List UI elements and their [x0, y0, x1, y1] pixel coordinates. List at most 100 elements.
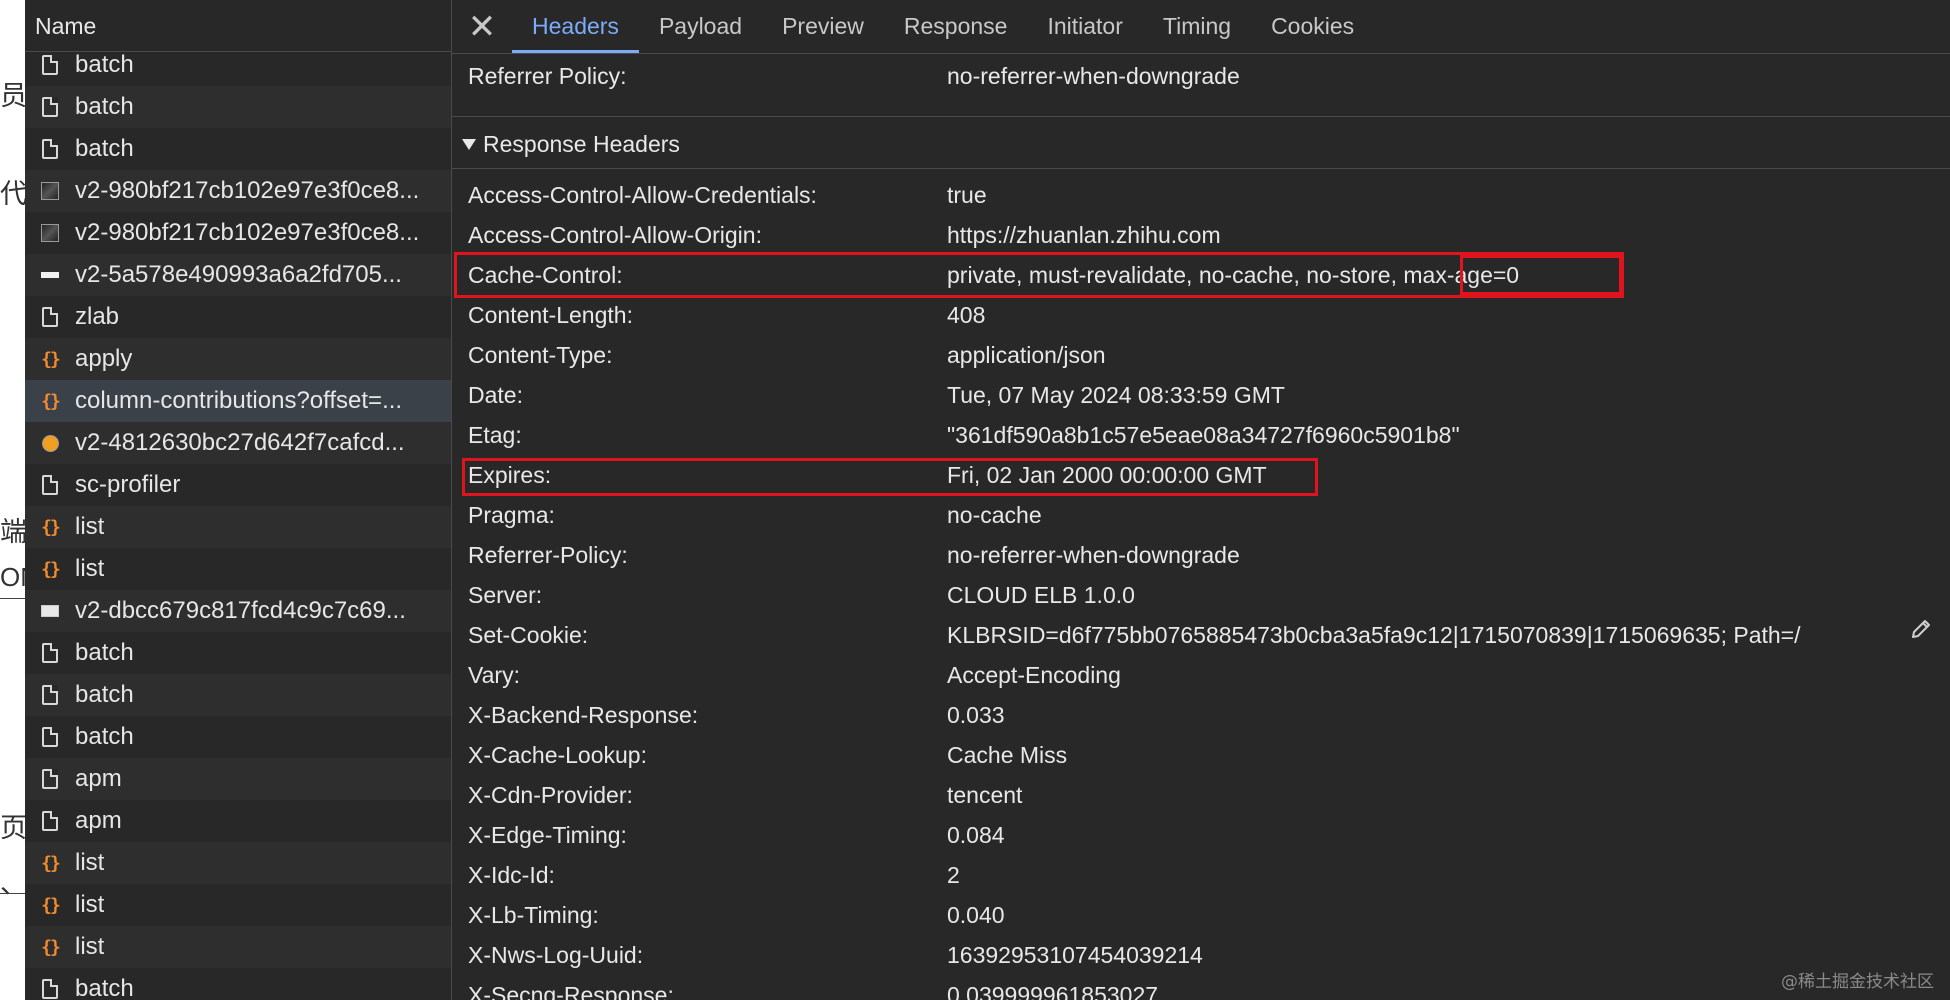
header-value: 16392953107454039214 — [947, 941, 1203, 968]
general-referrer-policy-row: Referrer Policy: no-referrer-when-downgr… — [452, 56, 1950, 96]
document-icon — [39, 53, 61, 77]
request-row[interactable]: {} list — [25, 506, 451, 548]
document-icon — [39, 809, 61, 833]
highlight-box-cache-control — [454, 252, 1624, 298]
request-row[interactable]: {} column-contributions?offset=... — [25, 380, 451, 422]
image-icon — [39, 263, 61, 287]
header-row: Pragma: no-cache — [452, 495, 1950, 535]
request-row[interactable]: v2-4812630bc27d642f7cafcd... — [25, 422, 451, 464]
header-value: 0.084 — [947, 821, 1005, 848]
document-icon — [39, 95, 61, 119]
header-key: Vary: — [468, 661, 520, 688]
request-row[interactable]: {} list — [25, 884, 451, 926]
header-value: no-referrer-when-downgrade — [947, 62, 1240, 89]
request-row[interactable]: v2-980bf217cb102e97e3f0ce8... — [25, 212, 451, 254]
close-icon[interactable]: ✕ — [452, 0, 512, 53]
request-row[interactable]: batch — [25, 968, 451, 1000]
header-value: true — [947, 181, 987, 208]
request-name: sc-profiler — [75, 471, 181, 498]
pencil-icon[interactable] — [1906, 614, 1936, 644]
tab-payload[interactable]: Payload — [639, 0, 762, 53]
document-icon — [39, 137, 61, 161]
tab-cookies[interactable]: Cookies — [1251, 0, 1374, 53]
tab-timing[interactable]: Timing — [1143, 0, 1251, 53]
image-icon — [39, 431, 61, 455]
request-row[interactable]: {} list — [25, 548, 451, 590]
request-row[interactable]: apm — [25, 800, 451, 842]
request-details-panel: ✕ Headers Payload Preview Response Initiator… — [452, 0, 1950, 1000]
request-row[interactable]: zlab — [25, 296, 451, 338]
tab-headers[interactable]: Headers — [512, 0, 639, 53]
name-column-header[interactable]: Name — [25, 0, 451, 52]
json-icon: {} — [41, 936, 61, 958]
header-value: no-referrer-when-downgrade — [947, 541, 1240, 568]
header-row: X-Edge-Timing: 0.084 — [452, 815, 1950, 855]
request-row[interactable]: v2-5a578e490993a6a2fd705... — [25, 254, 451, 296]
header-value: application/json — [947, 341, 1106, 368]
header-key: X-Edge-Timing: — [468, 821, 627, 848]
header-row: Set-Cookie: KLBRSID=d6f775bb0765885473b0c… — [452, 615, 1950, 655]
header-row: Content-Type: application/json — [452, 335, 1950, 375]
header-value: "361df590a8b1c57e5eae08a34727f6960c5901b… — [947, 421, 1460, 448]
response-headers-section-toggle[interactable]: Response Headers — [462, 122, 680, 166]
header-row: X-Lb-Timing: 0.040 — [452, 895, 1950, 935]
request-row[interactable]: v2-dbcc679c817fcd4c9c7c69... — [25, 590, 451, 632]
request-row[interactable]: sc-profiler — [25, 464, 451, 506]
request-row[interactable]: apm — [25, 758, 451, 800]
header-key: Access-Control-Allow-Credentials: — [468, 181, 817, 208]
request-name: batch — [75, 639, 134, 666]
tab-initiator[interactable]: Initiator — [1027, 0, 1142, 53]
header-key: Set-Cookie: — [468, 621, 589, 648]
header-key: Content-Type: — [468, 341, 613, 368]
tab-response[interactable]: Response — [884, 0, 1028, 53]
request-rows: batch batch batch v2-980bf217cb102e97e3f0ce… — [25, 44, 451, 1000]
request-row[interactable]: {} apply — [25, 338, 451, 380]
header-row: Content-Length: 408 — [452, 295, 1950, 335]
json-icon: {} — [41, 894, 61, 916]
request-row[interactable]: batch — [25, 716, 451, 758]
header-key: Server: — [468, 581, 543, 608]
bg-fragment-2: 代 — [0, 179, 25, 209]
request-row[interactable]: batch — [25, 128, 451, 170]
bg-underline — [0, 598, 25, 599]
divider — [452, 168, 1950, 169]
highlight-box-max-age — [1460, 255, 1622, 295]
header-value: Accept-Encoding — [947, 661, 1121, 688]
request-row[interactable]: batch — [25, 632, 451, 674]
header-key: Pragma: — [468, 501, 555, 528]
tab-preview[interactable]: Preview — [762, 0, 884, 53]
triangle-down-icon — [462, 138, 476, 150]
request-row[interactable]: batch — [25, 86, 451, 128]
request-row[interactable]: {} list — [25, 926, 451, 968]
header-value: 0.039999961853027 — [947, 981, 1159, 1000]
document-icon — [39, 641, 61, 665]
header-value: no-cache — [947, 501, 1042, 528]
request-row[interactable]: v2-980bf217cb102e97e3f0ce8... — [25, 170, 451, 212]
section-title: Response Headers — [483, 130, 680, 157]
divider — [452, 116, 1950, 117]
header-row: Vary: Accept-Encoding — [452, 655, 1950, 695]
header-key: Referrer Policy: — [468, 62, 627, 89]
header-key: X-Cdn-Provider: — [468, 781, 633, 808]
request-row[interactable]: {} list — [25, 842, 451, 884]
request-name: list — [75, 513, 105, 540]
watermark: @稀土掘金技术社区 — [1781, 972, 1934, 992]
request-name: v2-5a578e490993a6a2fd705... — [75, 261, 402, 288]
bg-fragment-1: 员 — [0, 81, 25, 111]
header-value: KLBRSID=d6f775bb0765885473b0cba3a5fa9c12… — [947, 621, 1801, 648]
json-icon: {} — [41, 348, 61, 370]
request-name: batch — [75, 681, 134, 708]
header-key: X-Nws-Log-Uuid: — [468, 941, 644, 968]
request-name: list — [75, 933, 105, 960]
header-row: Referrer-Policy: no-referrer-when-downgra… — [452, 535, 1950, 575]
request-name: column-contributions?offset=... — [75, 387, 403, 414]
header-key: Etag: — [468, 421, 522, 448]
header-key: X-Cache-Lookup: — [468, 741, 647, 768]
request-name: v2-dbcc679c817fcd4c9c7c69... — [75, 597, 406, 624]
header-key: X-Secng-Response: — [468, 981, 674, 1000]
request-name: batch — [75, 975, 134, 1000]
header-value: Cache Miss — [947, 741, 1068, 768]
request-row[interactable]: batch — [25, 674, 451, 716]
json-icon: {} — [41, 852, 61, 874]
header-row: X-Cdn-Provider: tencent — [452, 775, 1950, 815]
